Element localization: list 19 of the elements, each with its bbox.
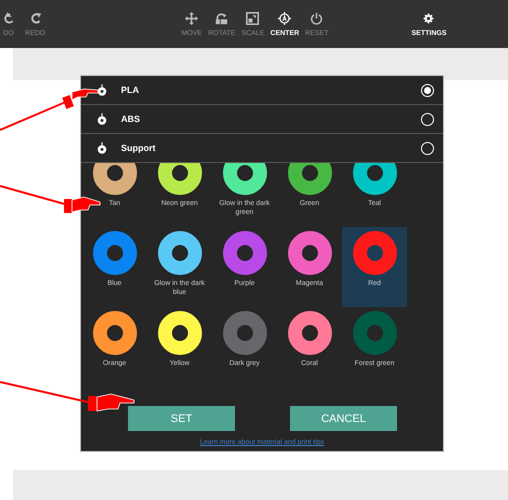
move-icon (185, 12, 198, 24)
undo-icon (2, 12, 15, 24)
power-icon (310, 12, 324, 24)
center-icon (278, 12, 292, 24)
radio-button[interactable] (421, 84, 434, 96)
spool-icon (97, 84, 107, 96)
material-label: Support (121, 143, 156, 153)
spool-icon (97, 142, 107, 154)
material-label: ABS (121, 114, 142, 124)
material-label: PLA (121, 85, 140, 95)
redo-icon (28, 12, 42, 24)
material-option[interactable]: Support (81, 134, 443, 163)
scale-icon (246, 12, 260, 24)
radio-button[interactable] (421, 112, 434, 126)
radio-button[interactable] (421, 142, 434, 154)
settings-icon (422, 12, 436, 24)
rotate-icon (215, 12, 228, 24)
spool-icon (97, 113, 107, 125)
material-option[interactable]: ABS (81, 105, 443, 134)
